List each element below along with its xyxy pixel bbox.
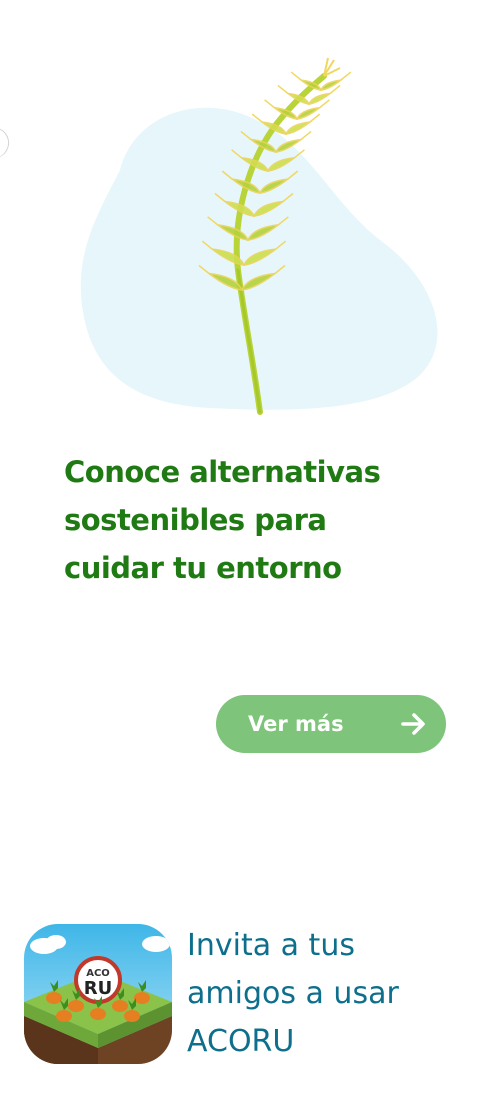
wheat-awn (264, 99, 276, 109)
wheat-awn (340, 71, 352, 81)
ver-mas-label: Ver más (248, 712, 344, 736)
wheat-spikelet (319, 79, 344, 91)
invite-text: Invita a tus amigos a usar ACORU (187, 928, 399, 1059)
page: Conoce alternativas sostenibles para cui… (0, 0, 491, 1109)
acoru-logo-ru: RU (84, 978, 112, 999)
ver-mas-button[interactable]: Ver más (216, 695, 446, 753)
carousel-edge-arc (0, 124, 14, 163)
wheat-awn (290, 71, 302, 81)
wheat-illustration (60, 40, 460, 430)
wheat-awn (277, 84, 289, 95)
wheat-awn (300, 130, 312, 141)
wheat-awn (309, 113, 321, 123)
arrow-right-icon (400, 711, 428, 737)
acoru-app-icon[interactable]: ACO RU (24, 924, 172, 1064)
wheat-tip-awns (323, 57, 341, 77)
invite-card[interactable]: ACO RU Invita a tus amigos a usar ACORU (24, 924, 464, 1074)
wheat-awn (318, 99, 330, 109)
wheat-spikelet (284, 121, 313, 135)
headline: Conoce alternativas sostenibles para cui… (64, 455, 381, 585)
